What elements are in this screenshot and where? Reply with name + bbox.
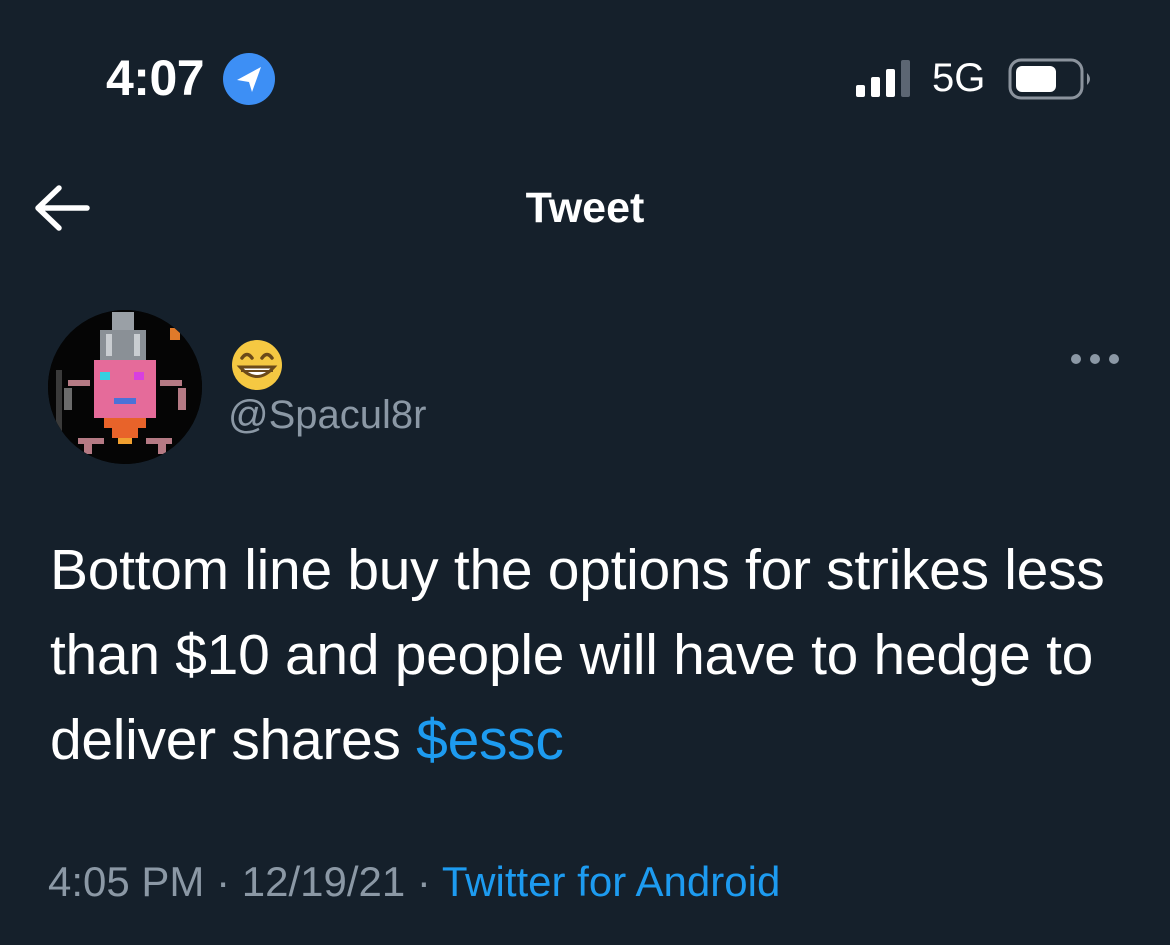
cellular-signal-icon — [856, 60, 910, 97]
tweet-text: Bottom line buy the options for strikes … — [50, 538, 1105, 772]
grinning-emoji-icon[interactable] — [230, 338, 284, 392]
meta-separator: · — [204, 858, 242, 905]
network-type: 5G — [932, 56, 986, 100]
cashtag-link[interactable]: $essc — [416, 708, 564, 772]
tweet-date: 12/19/21 — [241, 858, 406, 905]
meta-separator: · — [405, 858, 442, 905]
tweet-screen: 4:07 5G Tweet @Spacul8r Bottom line buy … — [0, 0, 1170, 945]
battery-icon — [1008, 58, 1090, 100]
tweet-meta: 4:05 PM · 12/19/21 · Twitter for Android — [48, 854, 780, 910]
tweet-body: Bottom line buy the options for strikes … — [50, 528, 1140, 783]
tweet-time: 4:05 PM — [48, 858, 205, 905]
tweet-source-link[interactable]: Twitter for Android — [442, 858, 780, 905]
page-title: Tweet — [525, 184, 645, 232]
location-arrow-icon — [223, 53, 275, 105]
status-time: 4:07 — [106, 50, 205, 106]
more-options-icon[interactable] — [1068, 346, 1122, 372]
user-handle[interactable]: @Spacul8r — [228, 390, 426, 440]
avatar[interactable] — [48, 310, 202, 464]
